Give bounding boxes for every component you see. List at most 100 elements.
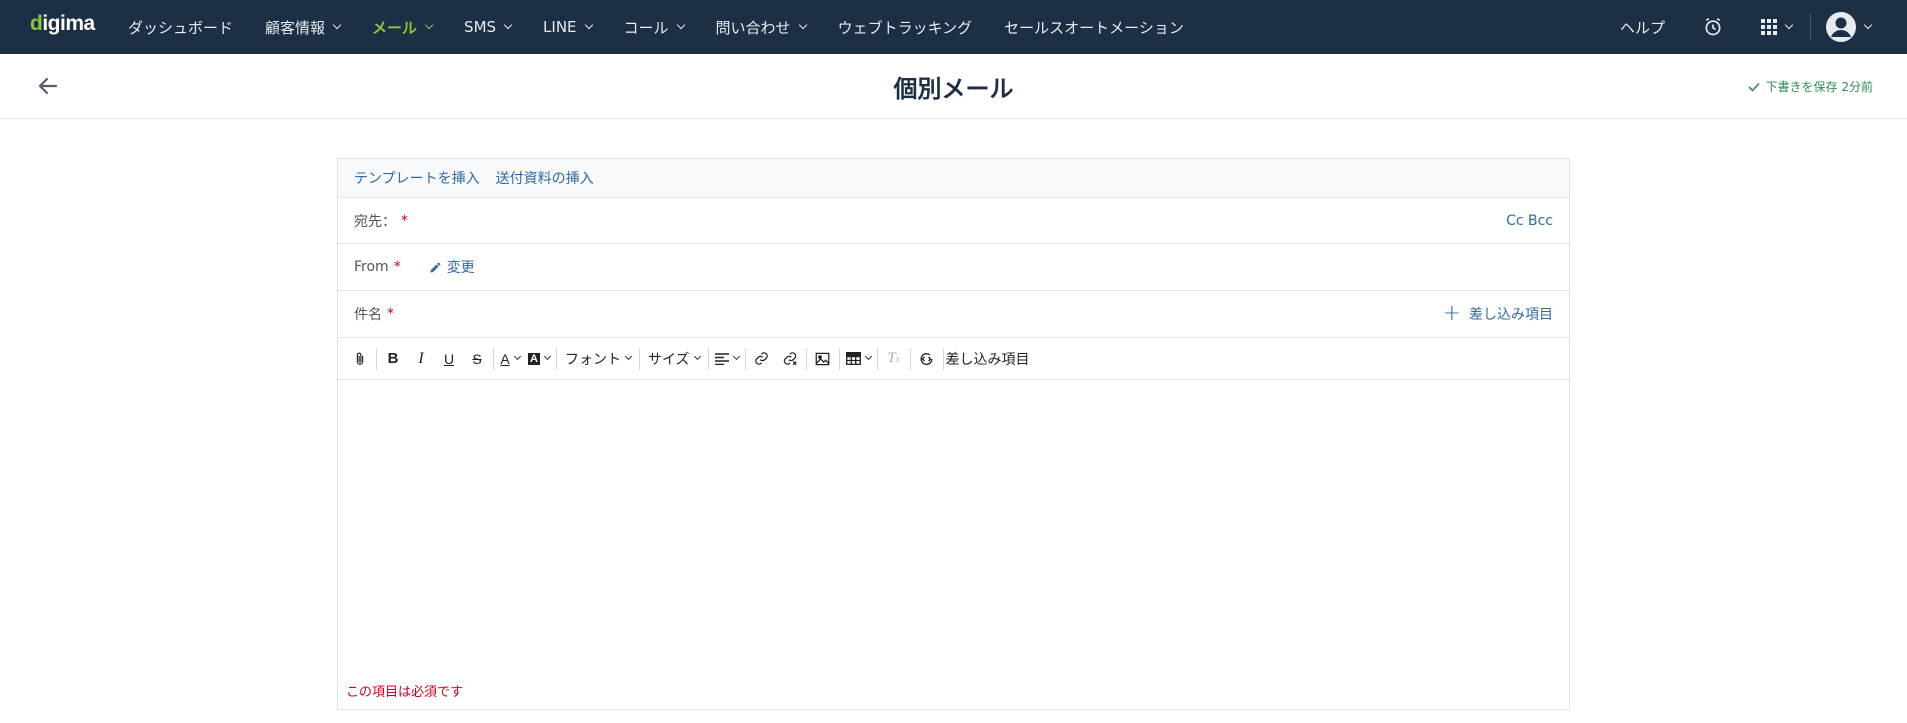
nav-item-label: コール — [623, 18, 669, 37]
insert-bar: テンプレートを挿入 送付資料の挿入 — [338, 159, 1569, 198]
nav-item[interactable]: 問い合わせ — [715, 17, 807, 38]
chevron-down-icon — [1784, 20, 1794, 30]
nav-item-label: ウェブトラッキング — [837, 18, 973, 37]
compose-card: テンプレートを挿入 送付資料の挿入 宛先： * Cc Bcc From * 変更… — [337, 158, 1570, 710]
size-dropdown-label: サイズ — [647, 351, 690, 368]
underline-button[interactable]: U — [435, 345, 463, 373]
background-color-button[interactable]: A — [524, 345, 554, 373]
font-color-icon: A — [500, 350, 510, 367]
nav-item[interactable]: コール — [623, 17, 685, 38]
apps-grid-button[interactable] — [1761, 19, 1794, 35]
nav-item-label: セールスオートメーション — [1004, 18, 1184, 37]
table-icon — [845, 352, 861, 365]
draft-save-status: 下書きを保存 2分前 — [1747, 78, 1873, 95]
toolbar-separator — [942, 347, 944, 370]
plus-icon: + — [1442, 301, 1461, 326]
chevron-down-icon — [864, 352, 872, 361]
change-label: 変更 — [446, 260, 475, 276]
nav-menu: ダッシュボード 顧客情報 メール SMS LINE コール 問い合わせ ウェブトラッキング セー… — [128, 0, 1216, 54]
nav-item[interactable]: ウェブトラッキング — [838, 17, 973, 38]
nav-right: ヘルプ — [1620, 0, 1907, 54]
required-mark: * — [401, 212, 408, 229]
page-title: 個別メール — [893, 75, 1014, 103]
chevron-down-icon — [732, 352, 740, 361]
font-family-dropdown[interactable]: フォント — [559, 345, 637, 373]
nav-item-label: 問い合わせ — [715, 18, 791, 37]
background-color-icon: A — [528, 352, 540, 365]
nav-item-label: LINE — [543, 18, 577, 36]
chevron-down-icon — [624, 352, 632, 361]
from-label: From — [354, 259, 389, 275]
table-button[interactable] — [842, 345, 875, 373]
required-error-message: この項目は必須です — [346, 685, 464, 700]
nav-item-label: 顧客情報 — [265, 18, 326, 37]
required-mark: * — [387, 306, 394, 322]
toolbar-separator — [876, 347, 878, 370]
clear-format-icon: T — [887, 350, 896, 366]
check-icon — [1747, 82, 1760, 92]
required-mark: * — [393, 259, 401, 275]
attachment-icon[interactable] — [346, 345, 374, 373]
digima-logo[interactable]: digima — [30, 12, 95, 36]
nav-item[interactable]: LINE — [543, 18, 593, 36]
nav-item-label: SMS — [464, 18, 497, 36]
merge-field-toolbar-button[interactable]: 差し込み項目 — [946, 345, 1034, 373]
nav-item[interactable]: 顧客情報 — [265, 17, 342, 38]
cc-bcc-link[interactable]: Cc Bcc — [1506, 213, 1553, 229]
to-label: 宛先： — [354, 213, 396, 230]
insert-template-link[interactable]: テンプレートを挿入 — [354, 168, 480, 188]
nav-item[interactable]: ダッシュボード — [128, 17, 233, 38]
chevron-down-icon — [513, 352, 521, 361]
toolbar-separator — [838, 347, 840, 370]
help-link[interactable]: ヘルプ — [1620, 17, 1665, 38]
user-menu-button[interactable] — [1826, 12, 1873, 42]
strikethrough-button[interactable]: S — [463, 345, 491, 373]
font-dropdown-label: フォント — [564, 351, 621, 368]
font-size-dropdown[interactable]: サイズ — [642, 345, 706, 373]
align-button[interactable] — [711, 345, 743, 373]
chevron-down-icon — [332, 20, 342, 30]
toolbar-separator — [805, 347, 807, 370]
chevron-down-icon — [543, 352, 551, 361]
chevron-down-icon — [676, 20, 685, 30]
chevron-down-icon — [424, 20, 434, 30]
apps-grid-icon — [1761, 19, 1777, 35]
link-icon[interactable] — [748, 345, 776, 373]
unlink-icon[interactable] — [776, 345, 804, 373]
alarm-icon[interactable] — [1703, 17, 1723, 37]
chevron-down-icon — [1863, 20, 1873, 30]
toolbar-separator — [707, 347, 709, 370]
italic-button[interactable]: I — [407, 345, 435, 373]
subject-row: 件名 * + 差し込み項目 — [338, 291, 1569, 338]
toolbar-separator — [555, 347, 557, 370]
to-input[interactable] — [428, 204, 1369, 238]
merge-field-icon[interactable] — [913, 345, 941, 373]
font-color-button[interactable]: A — [496, 345, 524, 373]
logo-text: igima — [42, 12, 95, 35]
top-navigation: digima ダッシュボード 顧客情報 メール SMS LINE コール 問い合わせ ウェブト… — [0, 0, 1907, 54]
pencil-icon — [430, 262, 441, 272]
toolbar-separator — [376, 347, 377, 370]
insert-attachment-link[interactable]: 送付資料の挿入 — [496, 168, 594, 188]
add-merge-field-button[interactable]: + 差し込み項目 — [1442, 301, 1553, 326]
subject-input[interactable] — [428, 297, 1369, 331]
nav-divider — [1810, 14, 1811, 40]
chevron-down-icon — [584, 20, 593, 30]
image-icon[interactable] — [809, 345, 837, 373]
align-left-icon — [714, 352, 729, 365]
chevron-down-icon — [798, 20, 807, 30]
toolbar-separator — [909, 347, 911, 370]
clear-format-button[interactable]: Tx — [880, 345, 908, 373]
nav-item[interactable]: セールスオートメーション — [1004, 17, 1184, 38]
bold-button[interactable]: B — [379, 345, 407, 373]
toolbar-separator — [744, 347, 746, 370]
nav-item-label: メール — [372, 18, 418, 37]
change-from-button[interactable]: 変更 — [429, 257, 475, 277]
to-row: 宛先： * Cc Bcc — [338, 198, 1569, 244]
email-body-editor[interactable] — [338, 380, 1569, 668]
nav-item[interactable]: メール — [372, 17, 434, 38]
user-avatar-icon — [1826, 12, 1856, 42]
from-row: From * 変更 — [338, 244, 1569, 291]
nav-item-label: ダッシュボード — [128, 18, 234, 37]
nav-item[interactable]: SMS — [464, 18, 513, 36]
